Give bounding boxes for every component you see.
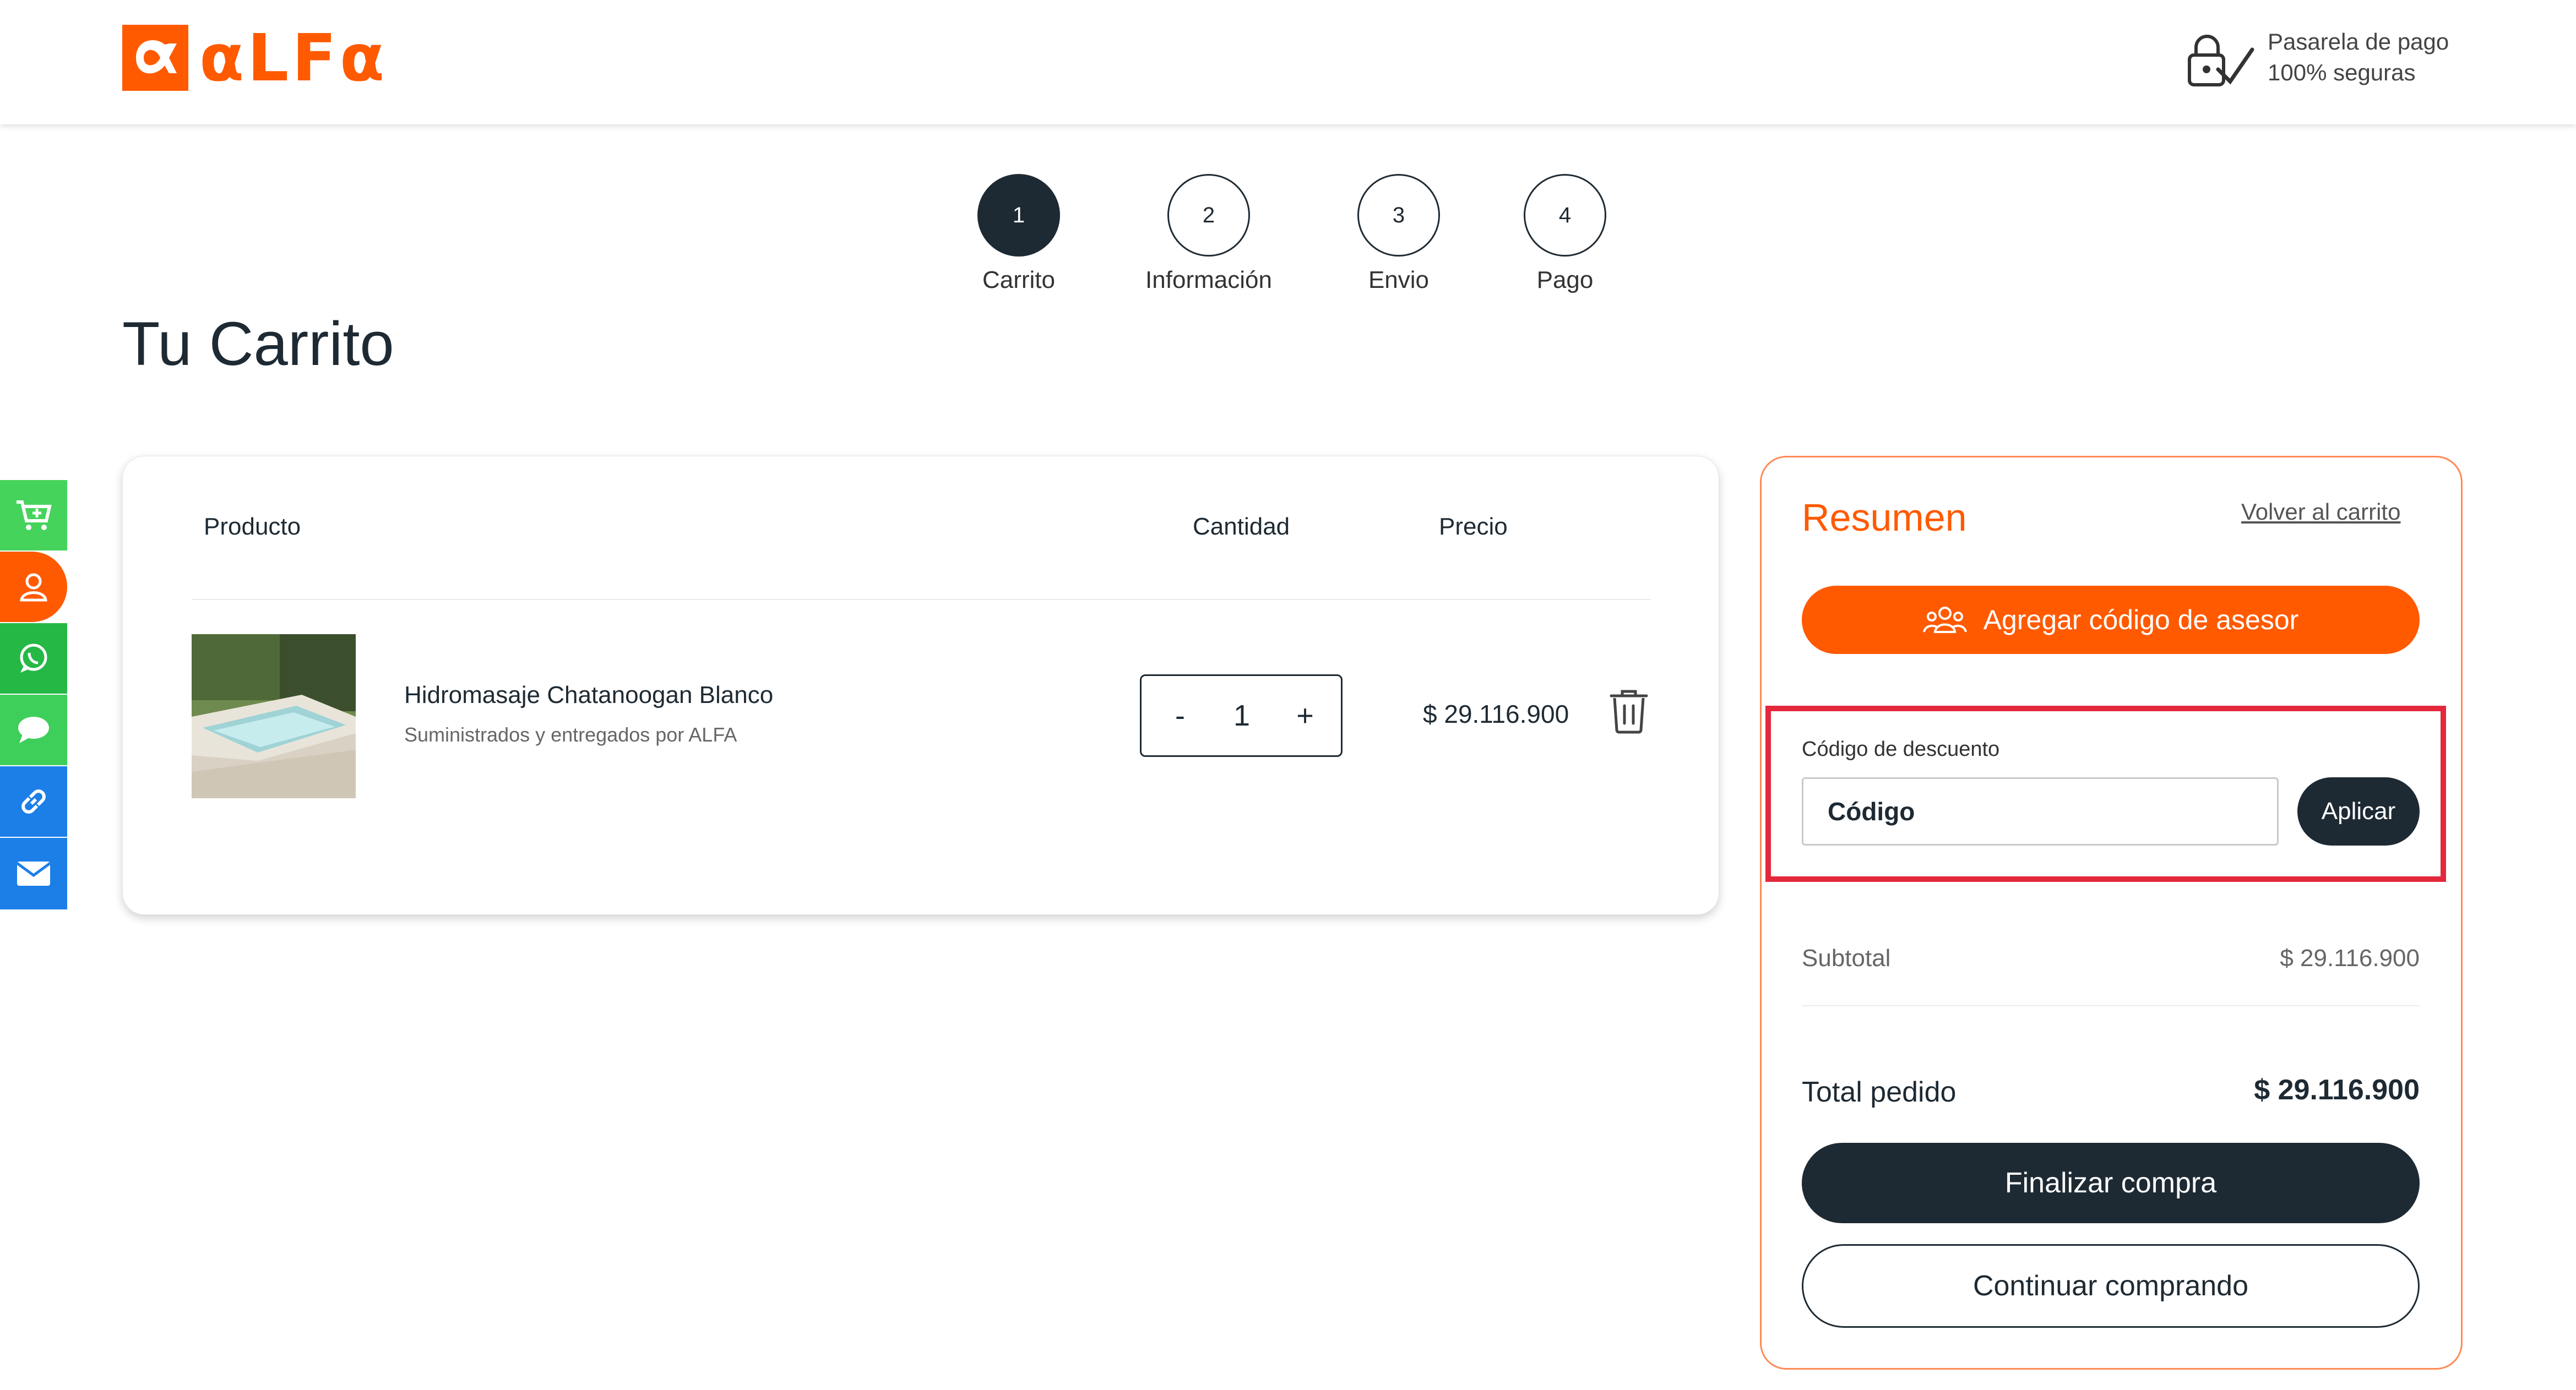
product-name[interactable]: Hidromasaje Chatanoogan Blanco — [404, 682, 773, 709]
subtotal-value: $ 29.116.900 — [2280, 945, 2420, 972]
total-value: $ 29.116.900 — [2254, 1074, 2420, 1106]
secure-line-1: Pasarela de pago — [2268, 29, 2449, 54]
total-label: Total pedido — [1802, 1076, 1957, 1108]
email-button[interactable] — [0, 838, 67, 909]
mail-icon — [16, 862, 51, 886]
quantity-increase-button[interactable]: + — [1286, 676, 1324, 755]
logo-mark[interactable] — [122, 25, 188, 91]
user-button[interactable] — [0, 552, 67, 622]
group-icon — [1922, 607, 1967, 633]
step-1-circle[interactable]: 1 — [977, 174, 1060, 257]
whatsapp-icon — [20, 644, 47, 673]
column-header-product: Producto — [204, 513, 301, 540]
link-icon — [21, 789, 46, 814]
cart-plus-button[interactable] — [0, 480, 67, 550]
whatsapp-button[interactable] — [0, 623, 67, 694]
finish-purchase-button[interactable]: Finalizar compra — [1802, 1143, 2420, 1223]
step-3-circle[interactable]: 3 — [1357, 174, 1440, 257]
cart-plus-icon — [17, 500, 52, 530]
step-4-label: Pago — [1536, 266, 1594, 293]
continue-shopping-button[interactable]: Continuar comprando — [1802, 1244, 2420, 1328]
product-image[interactable] — [192, 634, 356, 798]
share-link-button[interactable] — [0, 766, 67, 837]
quantity-value[interactable]: 1 — [1220, 676, 1264, 755]
cart-header-divider — [192, 599, 1651, 600]
column-header-price: Precio — [1439, 513, 1508, 540]
column-header-quantity: Cantidad — [1193, 513, 1290, 540]
summary-divider — [1802, 1005, 2420, 1006]
add-advisor-code-button[interactable]: Agregar código de asesor — [1802, 586, 2420, 654]
subtotal-label: Subtotal — [1802, 945, 1891, 972]
step-4-circle[interactable]: 4 — [1524, 174, 1606, 257]
step-2-circle[interactable]: 2 — [1167, 174, 1250, 257]
discount-code-input[interactable]: Código — [1802, 777, 2279, 846]
chat-icon — [18, 717, 49, 743]
alfa-logo-icon — [136, 40, 177, 74]
secure-line-2: 100% seguras — [2268, 59, 2416, 85]
back-to-cart-link[interactable]: Volver al carrito — [2241, 499, 2400, 525]
user-icon — [20, 573, 47, 602]
step-1-label: Carrito — [982, 266, 1056, 293]
trash-icon[interactable] — [1607, 688, 1651, 734]
step-2-label: Información — [1145, 266, 1272, 293]
discount-code-label: Código de descuento — [1802, 738, 2000, 761]
product-supplier: Suministrados y entregados por ALFA — [404, 723, 737, 746]
summary-title: Resumen — [1802, 496, 1967, 539]
hot-tub-image — [192, 634, 356, 798]
secure-payment-text: Pasarela de pago 100% seguras — [2268, 26, 2449, 88]
page-title: Tu Carrito — [122, 309, 394, 378]
secure-payment-icon — [2188, 35, 2254, 86]
logo-text[interactable]: αLFα — [199, 19, 388, 96]
chat-button[interactable] — [0, 695, 67, 765]
product-price: $ 29.116.900 — [1423, 700, 1569, 728]
quantity-stepper: - 1 + — [1140, 674, 1343, 757]
quantity-decrease-button[interactable]: - — [1164, 676, 1197, 755]
add-advisor-code-label: Agregar código de asesor — [1983, 604, 2299, 635]
apply-discount-button[interactable]: Aplicar — [2297, 777, 2420, 846]
